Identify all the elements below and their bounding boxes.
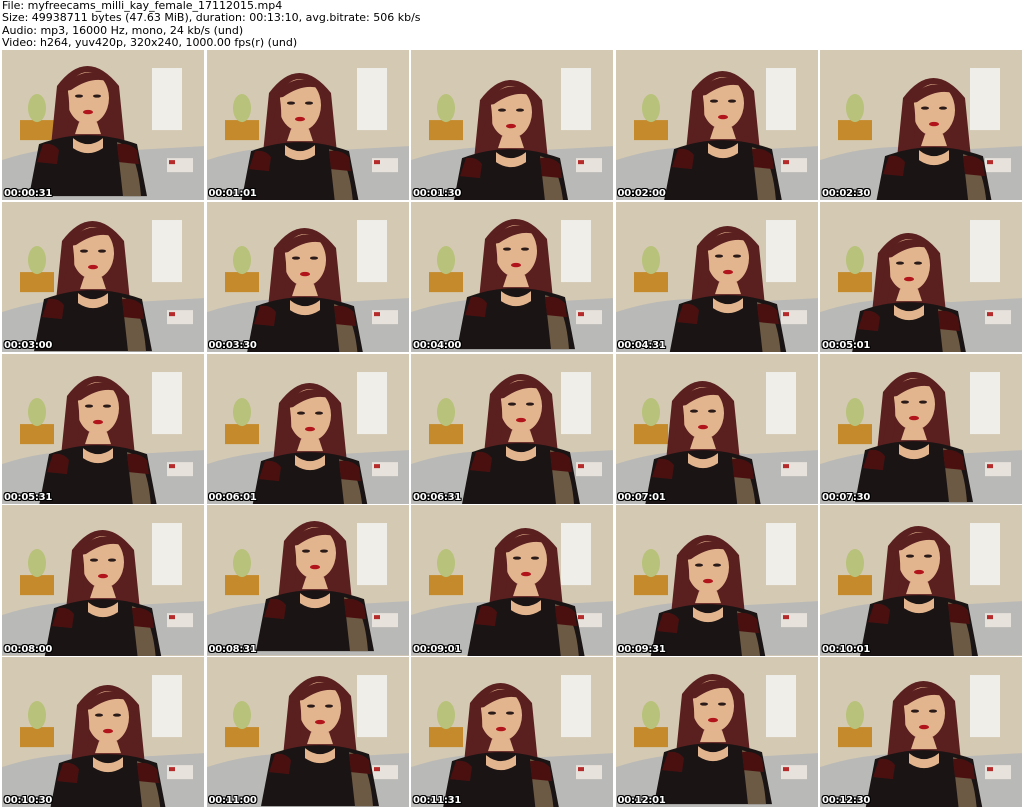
thumbnail-frame[interactable]: 00:02:30 <box>820 50 1022 201</box>
thumbnail-timestamp: 00:08:00 <box>4 643 53 655</box>
frame-image <box>820 505 1022 656</box>
frame-image <box>206 50 409 201</box>
thumbnail-timestamp: 00:11:00 <box>208 795 257 807</box>
thumbnail-timestamp: 00:11:31 <box>413 795 462 807</box>
thumbnail-frame[interactable]: 00:01:30 <box>411 50 613 201</box>
thumbnail-timestamp: 00:06:01 <box>208 491 257 503</box>
thumbnail-frame[interactable]: 00:04:00 <box>411 201 613 352</box>
thumbnail-frame[interactable]: 00:11:00 <box>206 657 409 808</box>
thumbnail-frame[interactable]: 00:06:01 <box>206 353 409 504</box>
thumbnail-timestamp: 00:04:00 <box>413 339 462 351</box>
thumbnail-timestamp: 00:00:31 <box>4 188 53 200</box>
thumbnail-timestamp: 00:05:31 <box>4 491 53 503</box>
frame-image <box>411 201 613 352</box>
thumbnail-timestamp: 00:10:01 <box>822 643 871 655</box>
frame-image <box>2 657 204 808</box>
frame-image <box>820 353 1022 504</box>
thumbnail-timestamp: 00:03:00 <box>4 339 53 351</box>
frame-image <box>2 353 204 504</box>
thumbnail-frame[interactable]: 00:00:31 <box>2 50 204 201</box>
thumbnail-timestamp: 00:10:30 <box>4 795 53 807</box>
thumbnail-timestamp: 00:06:31 <box>413 491 462 503</box>
thumbnail-timestamp: 00:01:01 <box>208 188 257 200</box>
thumbnail-timestamp: 00:02:30 <box>822 188 871 200</box>
thumbnail-frame[interactable]: 00:08:00 <box>2 505 204 656</box>
video-info-line: Video: h264, yuv420p, 320x240, 1000.00 f… <box>2 35 298 49</box>
thumbnail-timestamp: 00:04:31 <box>617 339 666 351</box>
frame-image <box>615 201 818 352</box>
thumbnail-frame[interactable]: 00:10:01 <box>820 505 1022 656</box>
frame-image <box>820 201 1022 352</box>
video-info-header: File: myfreecams_milli_kay_female_171120… <box>2 0 1022 50</box>
thumbnail-frame[interactable]: 00:03:30 <box>206 201 409 352</box>
frame-image <box>2 201 204 352</box>
thumbnail-frame[interactable]: 00:01:01 <box>206 50 409 201</box>
thumbnail-grid: 00:00:31 00:01:01 00:01:30 00:02:00 00:02:30… <box>2 50 1022 808</box>
size-duration-line: Size: 49938711 bytes (47.63 MiB), durati… <box>2 11 421 25</box>
frame-image <box>411 353 613 504</box>
thumbnail-timestamp: 00:09:01 <box>413 643 462 655</box>
thumbnail-timestamp: 00:07:01 <box>617 491 666 503</box>
frame-image <box>615 50 818 201</box>
frame-image <box>820 657 1022 808</box>
thumbnail-timestamp: 00:01:30 <box>413 188 462 200</box>
thumbnail-frame[interactable]: 00:10:30 <box>2 657 204 808</box>
thumbnail-frame[interactable]: 00:02:00 <box>615 50 818 201</box>
frame-image <box>615 657 818 808</box>
frame-image <box>411 505 613 656</box>
thumbnail-frame[interactable]: 00:12:01 <box>615 657 818 808</box>
thumbnail-timestamp: 00:09:31 <box>617 643 666 655</box>
thumbnail-frame[interactable]: 00:06:31 <box>411 353 613 504</box>
thumbnail-frame[interactable]: 00:07:01 <box>615 353 818 504</box>
thumbnail-frame[interactable]: 00:08:31 <box>206 505 409 656</box>
thumbnail-frame[interactable]: 00:09:31 <box>615 505 818 656</box>
frame-image <box>206 353 409 504</box>
frame-image <box>2 505 204 656</box>
frame-image <box>206 657 409 808</box>
thumbnail-frame[interactable]: 00:05:01 <box>820 201 1022 352</box>
thumbnail-timestamp: 00:12:30 <box>822 795 871 807</box>
frame-image <box>820 50 1022 201</box>
thumbnail-timestamp: 00:12:01 <box>617 795 666 807</box>
frame-image <box>411 657 613 808</box>
thumbnail-frame[interactable]: 00:07:30 <box>820 353 1022 504</box>
thumbnail-timestamp: 00:05:01 <box>822 339 871 351</box>
frame-image <box>2 50 204 201</box>
thumbnail-timestamp: 00:08:31 <box>208 643 257 655</box>
thumbnail-frame[interactable]: 00:03:00 <box>2 201 204 352</box>
thumbnail-frame[interactable]: 00:12:30 <box>820 657 1022 808</box>
frame-image <box>206 505 409 656</box>
thumbnail-frame[interactable]: 00:04:31 <box>615 201 818 352</box>
frame-image <box>411 50 613 201</box>
thumbnail-frame[interactable]: 00:09:01 <box>411 505 613 656</box>
thumbnail-timestamp: 00:07:30 <box>822 491 871 503</box>
frame-image <box>615 505 818 656</box>
thumbnail-timestamp: 00:03:30 <box>208 339 257 351</box>
thumbnail-frame[interactable]: 00:11:31 <box>411 657 613 808</box>
frame-image <box>206 201 409 352</box>
frame-image <box>615 353 818 504</box>
thumbnail-frame[interactable]: 00:05:31 <box>2 353 204 504</box>
thumbnail-timestamp: 00:02:00 <box>617 188 666 200</box>
